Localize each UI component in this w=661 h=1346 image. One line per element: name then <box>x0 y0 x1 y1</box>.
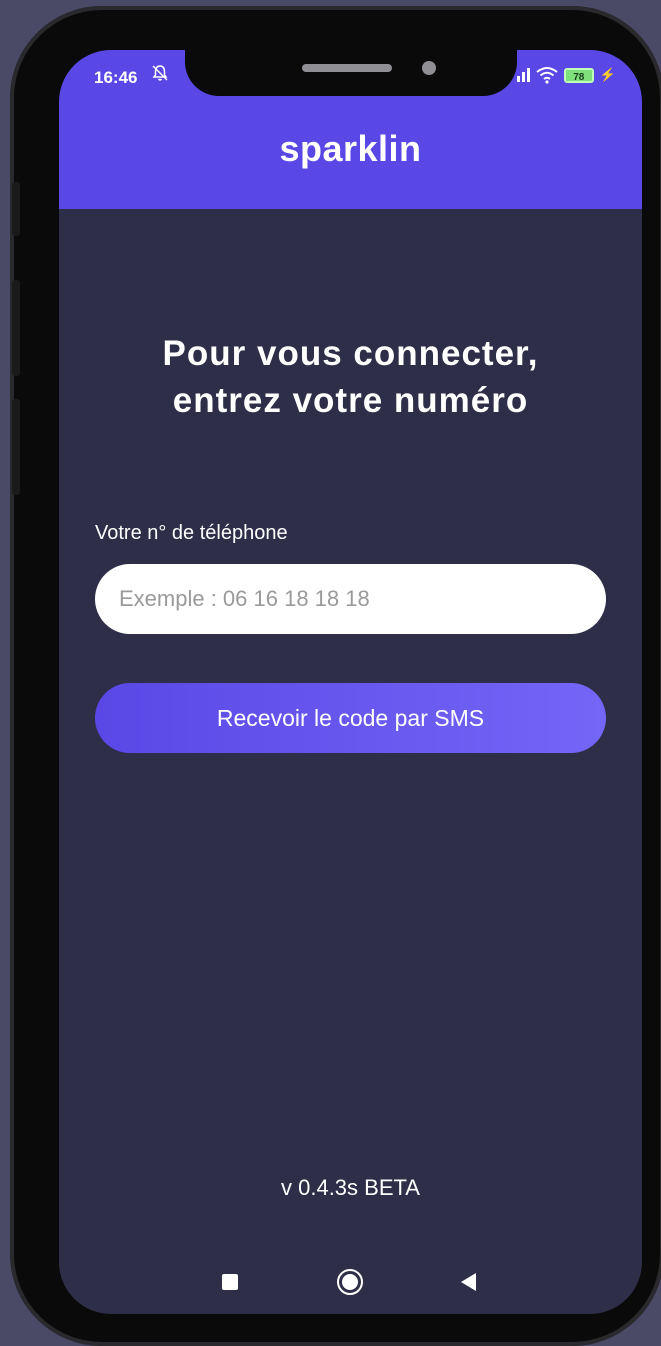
send-sms-code-button[interactable]: Recevoir le code par SMS <box>95 683 606 753</box>
volume-down-button <box>12 399 20 495</box>
app-header: 16:46 78 ⚡ sparklin <box>59 50 642 209</box>
page-title: Pour vous connecter, entrez votre numéro <box>162 334 539 420</box>
charging-bolt-icon: ⚡ <box>599 67 616 82</box>
wifi-icon <box>536 67 558 84</box>
app-logo: sparklin <box>279 128 422 169</box>
system-navigation-bar <box>59 1255 642 1305</box>
volume-up-button <box>12 280 20 376</box>
circle-icon[interactable] <box>337 1269 363 1295</box>
battery-icon: 78 <box>563 67 594 83</box>
signal-icon <box>516 68 530 82</box>
phone-number-input[interactable] <box>95 564 606 634</box>
status-icons: 78 ⚡ <box>516 66 616 84</box>
back-triangle-icon[interactable] <box>461 1273 476 1291</box>
camera-notch <box>185 50 517 96</box>
bell-slash-icon <box>151 64 169 87</box>
phone-field-label: Votre n° de téléphone <box>95 522 288 544</box>
speaker-grille <box>302 64 392 72</box>
status-time: 16:46 <box>94 68 138 87</box>
phone-frame: 16:46 78 ⚡ sparklin Pour vous connecter,… <box>10 6 661 1346</box>
front-camera <box>422 61 436 75</box>
app-screen: 16:46 78 ⚡ sparklin Pour vous connecter,… <box>59 50 642 1314</box>
side-button <box>12 182 20 236</box>
square-icon[interactable] <box>222 1274 238 1290</box>
app-version: v 0.4.3s BETA <box>281 1175 420 1200</box>
